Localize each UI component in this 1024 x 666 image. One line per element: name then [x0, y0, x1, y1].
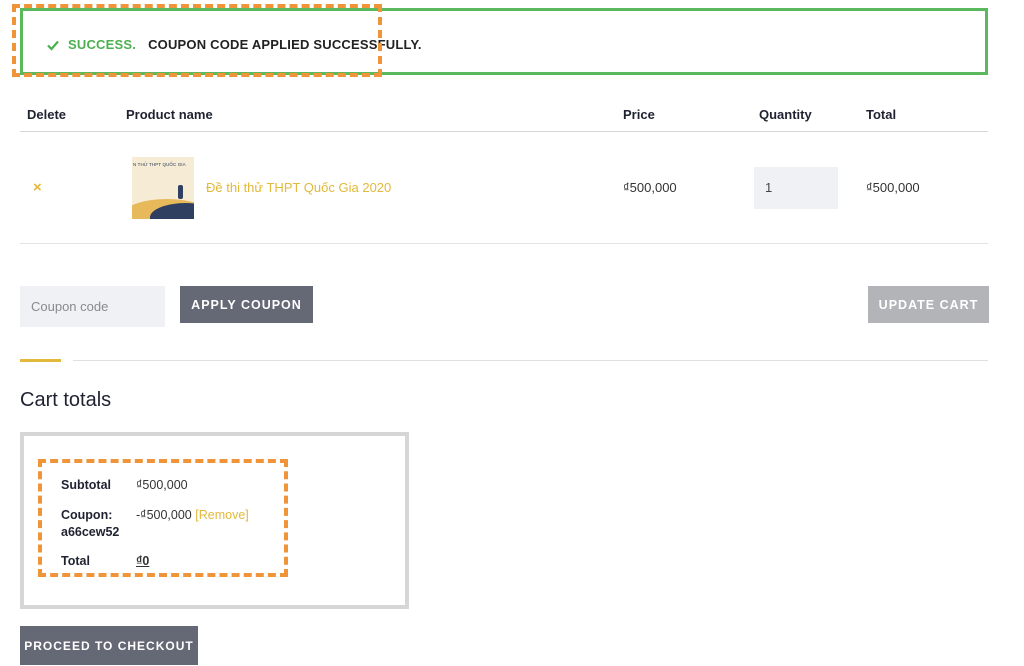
quantity-cell: 1: [754, 166, 860, 209]
cart-table: Delete Product name Price Quantity Total…: [20, 98, 988, 244]
coupon-label: Coupon:: [61, 508, 113, 522]
remove-coupon-link[interactable]: [Remove]: [195, 508, 249, 522]
table-header: Delete Product name Price Quantity Total: [20, 98, 988, 132]
check-icon: [47, 40, 59, 51]
cart-totals-heading: Cart totals: [20, 389, 112, 411]
apply-coupon-button[interactable]: APPLY COUPON: [180, 286, 313, 323]
total-label: Total: [61, 554, 90, 568]
success-label: SUCCESS.: [68, 37, 137, 52]
thumbnail-caption: N THỬ THPT QUỐC GIA: [133, 161, 186, 167]
remove-item-icon[interactable]: ×: [27, 179, 42, 196]
total-cell: ₫500,000: [866, 180, 920, 195]
product-thumbnail[interactable]: N THỬ THPT QUỐC GIA: [132, 156, 194, 219]
coupon-discount-amount: -₫500,000: [136, 508, 192, 522]
section-divider: [20, 360, 988, 361]
subtotal-label: Subtotal: [61, 478, 111, 492]
total-value: ₫0: [136, 554, 150, 568]
coupon-discount-value: -₫500,000 [Remove]: [136, 508, 249, 522]
divider-gap: [61, 359, 73, 362]
notice-content: SUCCESS. COUPON CODE APPLIED SUCCESSFULL…: [46, 37, 422, 52]
header-total: Total: [866, 107, 897, 122]
quantity-input[interactable]: 1: [754, 166, 838, 209]
coupon-code-input[interactable]: [20, 286, 165, 327]
success-notice: SUCCESS. COUPON CODE APPLIED SUCCESSFULL…: [20, 8, 988, 75]
subtotal-value: ₫500,000: [136, 478, 188, 492]
table-row: × N THỬ THPT QUỐC GIA Đề thi thử THPT Qu…: [20, 132, 988, 244]
header-quantity: Quantity: [759, 107, 812, 122]
cart-totals-box: Subtotal ₫500,000 Coupon: a66cew52 -₫500…: [20, 432, 409, 609]
update-cart-button[interactable]: UPDATE CART: [868, 286, 989, 323]
price-cell: ₫500,000: [623, 180, 677, 195]
coupon-code-label: a66cew52: [61, 525, 120, 539]
product-cell: N THỬ THPT QUỐC GIA Đề thi thử THPT Quốc…: [120, 156, 617, 219]
divider-accent: [20, 359, 61, 362]
proceed-to-checkout-button[interactable]: PROCEED TO CHECKOUT: [20, 626, 198, 665]
delete-cell: ×: [20, 179, 120, 196]
header-delete: Delete: [27, 107, 67, 122]
header-product-name: Product name: [126, 107, 213, 122]
header-price: Price: [623, 107, 655, 122]
thumbnail-figure: [178, 184, 183, 199]
notice-message: COUPON CODE APPLIED SUCCESSFULLY.: [148, 37, 422, 52]
product-name-link[interactable]: Đề thi thử THPT Quốc Gia 2020: [206, 180, 391, 195]
